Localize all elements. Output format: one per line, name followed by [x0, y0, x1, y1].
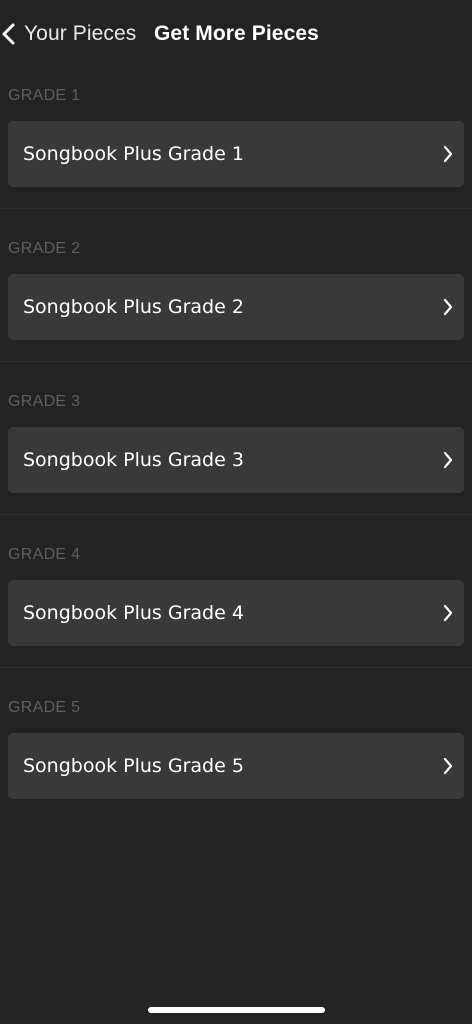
section-header: GRADE 4: [8, 546, 81, 563]
page-title: Get More Pieces: [154, 22, 319, 45]
chevron-right-icon: [443, 757, 453, 775]
list-item-songbook-plus-grade-1[interactable]: Songbook Plus Grade 1: [8, 121, 464, 187]
section-divider: [0, 667, 472, 668]
grade-list: GRADE 1 Songbook Plus Grade 1 GRADE 2 So…: [0, 68, 472, 833]
section-grade-4: GRADE 4 Songbook Plus Grade 4: [0, 527, 472, 680]
chevron-right-icon: [443, 451, 453, 469]
back-button-label: Your Pieces: [24, 22, 137, 45]
list-item-songbook-plus-grade-3[interactable]: Songbook Plus Grade 3: [8, 427, 464, 493]
section-header: GRADE 1: [8, 87, 81, 104]
back-button[interactable]: Your Pieces: [0, 18, 136, 50]
section-divider: [0, 361, 472, 362]
list-item-songbook-plus-grade-4[interactable]: Songbook Plus Grade 4: [8, 580, 464, 646]
section-header: GRADE 2: [8, 240, 81, 257]
chevron-left-icon: [2, 23, 15, 45]
navigation-bar: Your Pieces Get More Pieces: [0, 0, 472, 68]
list-item-songbook-plus-grade-5[interactable]: Songbook Plus Grade 5: [8, 733, 464, 799]
section-grade-3: GRADE 3 Songbook Plus Grade 3: [0, 374, 472, 527]
section-grade-2: GRADE 2 Songbook Plus Grade 2: [0, 221, 472, 374]
chevron-right-icon: [443, 298, 453, 316]
section-divider: [0, 208, 472, 209]
list-item-songbook-plus-grade-2[interactable]: Songbook Plus Grade 2: [8, 274, 464, 340]
list-item-label: Songbook Plus Grade 1: [23, 143, 244, 165]
section-divider: [0, 514, 472, 515]
section-header: GRADE 5: [8, 699, 81, 716]
list-item-label: Songbook Plus Grade 2: [23, 296, 244, 318]
section-grade-5: GRADE 5 Songbook Plus Grade 5: [0, 680, 472, 833]
list-item-label: Songbook Plus Grade 5: [23, 755, 244, 777]
list-item-label: Songbook Plus Grade 3: [23, 449, 244, 471]
home-indicator[interactable]: [148, 1007, 325, 1013]
list-item-label: Songbook Plus Grade 4: [23, 602, 244, 624]
chevron-right-icon: [443, 145, 453, 163]
section-header: GRADE 3: [8, 393, 81, 410]
section-grade-1: GRADE 1 Songbook Plus Grade 1: [0, 68, 472, 221]
chevron-right-icon: [443, 604, 453, 622]
